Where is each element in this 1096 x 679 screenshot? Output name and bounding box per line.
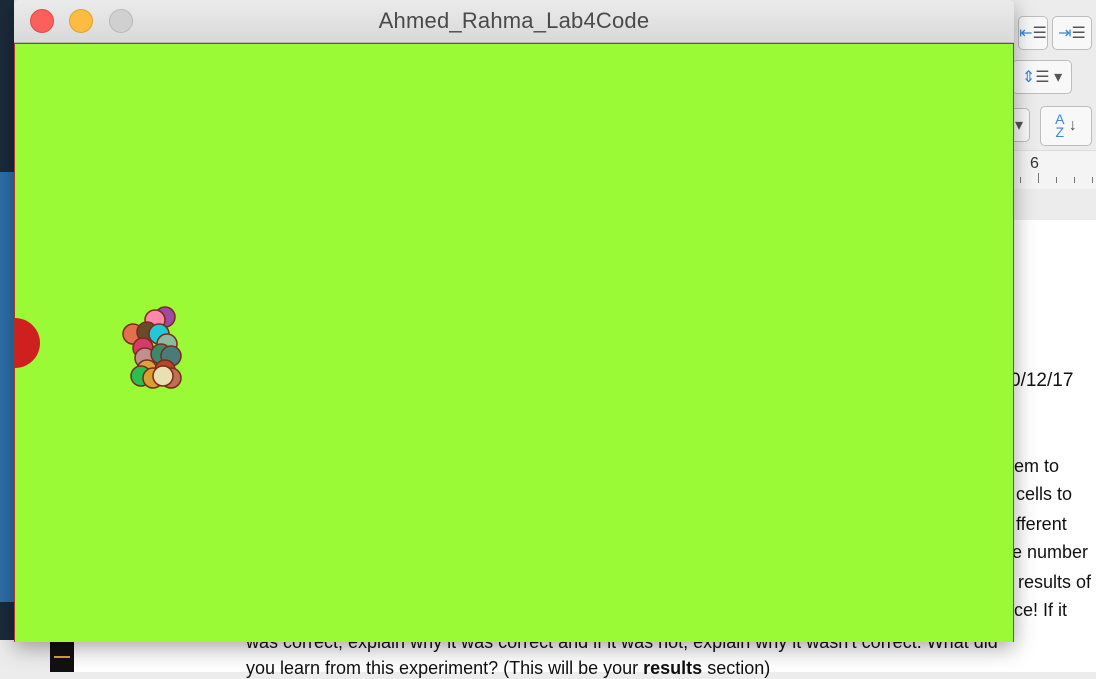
sketch-drawing bbox=[15, 44, 1013, 642]
window-title: Ahmed_Rahma_Lab4Code bbox=[378, 8, 650, 33]
sketch-window[interactable]: Ahmed_Rahma_Lab4Code bbox=[14, 0, 1014, 642]
background-dock-strip bbox=[0, 640, 74, 672]
indent-decrease-icon[interactable]: ⇤ ☰ bbox=[1018, 16, 1048, 50]
cell-circle bbox=[152, 365, 174, 387]
doc-text-fragment: ce! If it bbox=[1014, 600, 1068, 620]
line-spacing-icon[interactable]: ⇕ ☰ ▾ bbox=[1012, 60, 1072, 94]
doc-body-line: you learn from this experiment? (This wi… bbox=[246, 658, 771, 678]
document-page[interactable]: 0/12/17 em to cells to fferent e number … bbox=[1010, 220, 1096, 672]
document-page-bottom[interactable]: was correct, explain why it was correct … bbox=[14, 632, 1096, 678]
document-ruler: 6 bbox=[1010, 150, 1096, 189]
doc-text-fragment: fferent bbox=[1016, 514, 1067, 534]
indent-increase-icon[interactable]: ⇥ ☰ bbox=[1052, 16, 1092, 50]
doc-text-fragment: e number bbox=[1012, 542, 1089, 562]
doc-text-fragment: results of bbox=[1018, 572, 1092, 592]
window-titlebar[interactable]: Ahmed_Rahma_Lab4Code bbox=[14, 0, 1014, 43]
sketch-canvas[interactable] bbox=[14, 43, 1014, 642]
ruler-number: 6 bbox=[1030, 155, 1039, 172]
doc-text-fragment: em to bbox=[1014, 456, 1060, 476]
doc-text-fragment: cells to bbox=[1016, 484, 1073, 504]
background-sidebar-strip bbox=[0, 0, 14, 672]
doc-date-fragment: 0/12/17 bbox=[1010, 370, 1074, 391]
sort-az-icon[interactable]: AZ ↓ bbox=[1040, 106, 1092, 146]
